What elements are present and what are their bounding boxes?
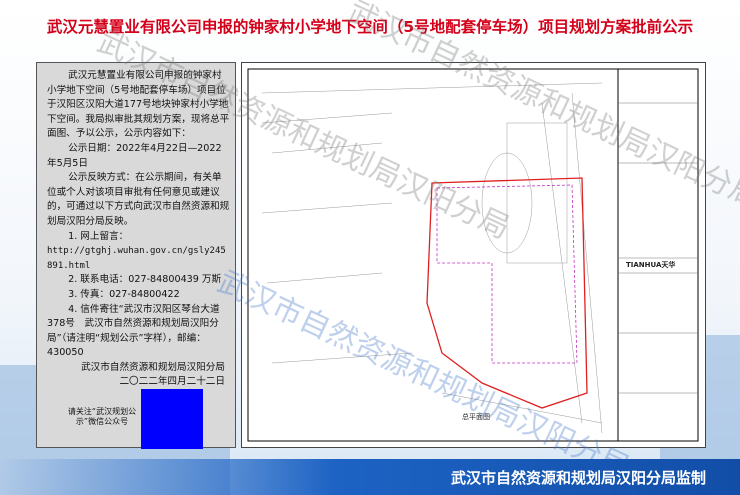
notice-date: 二〇二二年四月二十二日 [119,376,225,388]
notice-intro: 武汉元慧置业有限公司申报的钟家村小学地下空间（5号地配套停车场）项目位于汉阳区汉… [47,70,230,140]
notice-item-mail: 4. 信件寄往“武汉市汉阳区琴台大道378号 武汉市自然资源和规划局汉阳分局”（… [47,303,220,359]
notice-item-fax: 3. 传真：027-84800422 [68,288,180,300]
plan-caption: 总平面图 [462,412,490,421]
site-plan-svg: 总平面图 TIANHUA天华 [247,68,699,442]
qr-code [141,389,203,449]
site-plan-drawing: 总平面图 TIANHUA天华 [241,62,706,448]
qr-label: 请关注“武汉规划公示”微信公众号 [67,407,137,426]
notice-feedback: 公示反映方式：在公示期间，有关单位或个人对该项目审批有任何意见或建议的，可通过以… [47,172,230,227]
notice-panel: 武汉元慧置业有限公司申报的钟家村小学地下空间（5号地配套停车场）项目位于汉阳区汉… [36,62,236,449]
notice-item-online: 1. 网上留言： [68,230,129,242]
notice-period: 公示日期：2022年4月22日—2022年5月5日 [47,142,222,169]
footer-banner: 武汉市自然资源和规划局汉阳分局监制 [0,459,740,495]
designer-logo: TIANHUA天华 [626,260,675,269]
notice-item-phone: 2. 联系电话：027-84800439 万斯 [68,274,222,286]
notice-signature: 武汉市自然资源和规划局汉阳分局 [81,361,225,373]
page-title: 武汉元慧置业有限公司申报的钟家村小学地下空间（5号地配套停车场）项目规划方案批前… [46,18,694,36]
feedback-url-link[interactable]: http://gtghj.wuhan.gov.cn/gsly245891.htm… [47,244,231,273]
